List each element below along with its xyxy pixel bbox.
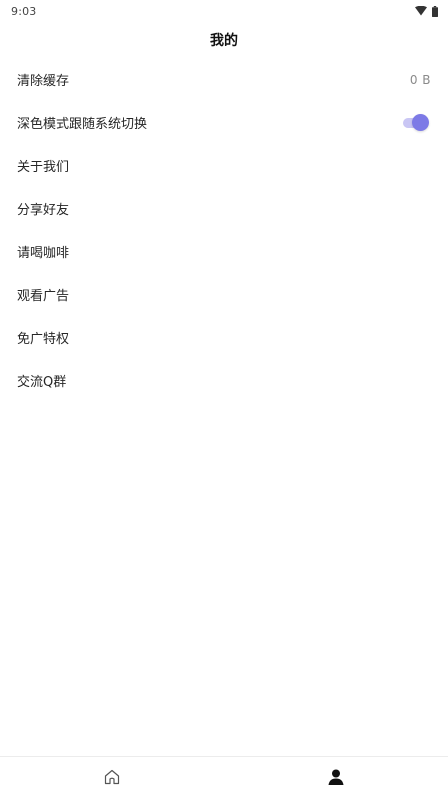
menu-item-about-us[interactable]: 关于我们 <box>0 144 448 187</box>
menu-item-buy-coffee[interactable]: 请喝咖啡 <box>0 230 448 273</box>
wifi-icon <box>415 6 427 16</box>
menu-item-dark-mode-follow-system: 深色模式跟随系统切换 <box>0 101 448 144</box>
tab-home[interactable] <box>0 757 224 797</box>
page-title: 我的 <box>210 33 238 49</box>
menu-item-qq-group[interactable]: 交流Q群 <box>0 359 448 402</box>
menu-item-label: 分享好友 <box>17 203 70 218</box>
cache-size-value: 0 B <box>409 72 431 87</box>
status-icons <box>415 5 438 17</box>
menu-item-ad-free-privilege[interactable]: 免广特权 <box>0 316 448 359</box>
header: 我的 <box>0 22 448 58</box>
menu-item-label: 清除缓存 <box>17 74 70 89</box>
settings-menu: 清除缓存 0 B 深色模式跟随系统切换 关于我们 分享好友 请喝咖啡 观看广告 … <box>0 58 448 402</box>
menu-item-label: 关于我们 <box>17 160 70 175</box>
menu-item-share-friends[interactable]: 分享好友 <box>0 187 448 230</box>
menu-item-watch-ads[interactable]: 观看广告 <box>0 273 448 316</box>
menu-item-label: 交流Q群 <box>17 375 67 390</box>
menu-item-label: 免广特权 <box>17 332 70 347</box>
tab-profile[interactable] <box>224 757 448 797</box>
bottom-nav <box>0 756 448 797</box>
menu-item-label: 请喝咖啡 <box>17 246 70 261</box>
menu-item-clear-cache[interactable]: 清除缓存 0 B <box>0 58 448 101</box>
battery-icon <box>432 5 438 17</box>
menu-item-label: 观看广告 <box>17 289 70 304</box>
status-time: 9:03 <box>11 4 37 18</box>
menu-item-label: 深色模式跟随系统切换 <box>17 117 148 132</box>
status-bar: 9:03 <box>0 0 448 22</box>
dark-mode-toggle[interactable] <box>401 113 429 133</box>
toggle-thumb <box>412 113 429 131</box>
home-icon <box>103 768 121 786</box>
person-icon <box>327 768 345 786</box>
